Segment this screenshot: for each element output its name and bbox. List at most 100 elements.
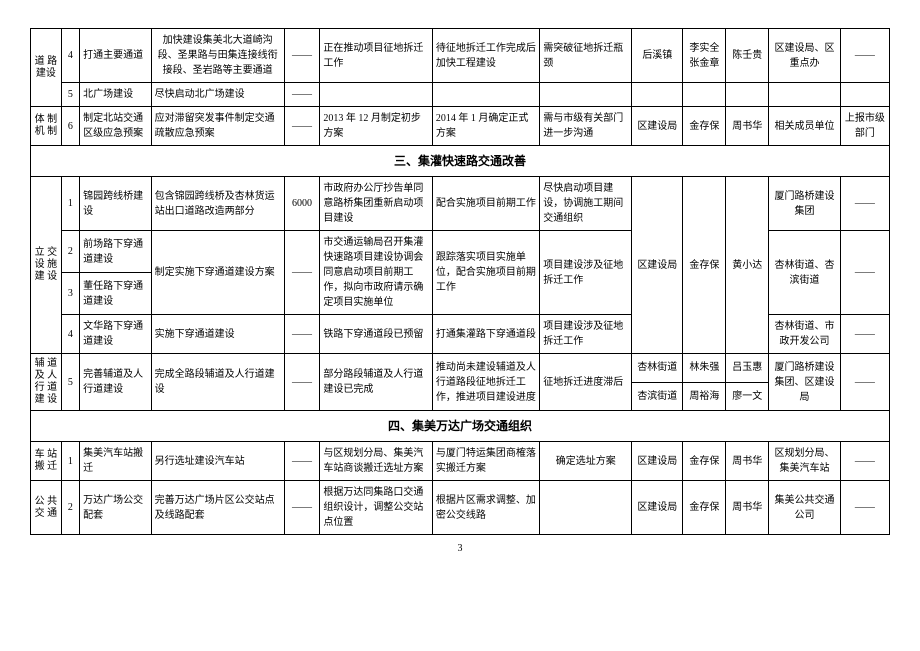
- cell: 周书华: [726, 481, 769, 535]
- cell: 6000: [284, 177, 320, 231]
- cell: 周书华: [726, 107, 769, 146]
- cell: 1: [61, 177, 79, 231]
- cell: 5: [61, 83, 79, 107]
- cell: 车 站搬 迁: [31, 442, 62, 481]
- cell: 前场路下穿通道建设: [80, 231, 152, 273]
- cell: 上报市级部门: [840, 107, 889, 146]
- cell: [726, 83, 769, 107]
- cell: ——: [840, 354, 889, 411]
- cell: 锦园跨线桥建设: [80, 177, 152, 231]
- cell: 3: [61, 273, 79, 315]
- cell: [320, 83, 432, 107]
- cell: 周书华: [726, 442, 769, 481]
- cell: 应对滞留突发事件制定交通疏散应急预案: [151, 107, 284, 146]
- cell: [540, 83, 632, 107]
- cell: 需与市级有关部门进一步沟通: [540, 107, 632, 146]
- cell: 区建设局: [632, 481, 683, 535]
- cell: ——: [840, 177, 889, 231]
- cell: ——: [284, 315, 320, 354]
- cell: 与区规划分局、集美汽车站商谈搬迁选址方案: [320, 442, 432, 481]
- section-title: 三、集灌快速路交通改善: [31, 146, 890, 177]
- cell: ——: [284, 442, 320, 481]
- cell: 跟踪落实项目实施单位，配合实施项目前期工作: [432, 231, 539, 315]
- plan-table: 道 路建设 4 打通主要通道 加快建设集美北大道崎沟段、圣果路与田集连接线衔接段…: [30, 28, 890, 535]
- cell: [432, 83, 539, 107]
- cell: ——: [840, 481, 889, 535]
- cell: 集美汽车站搬迁: [80, 442, 152, 481]
- cell: 厦门路桥建设集团: [769, 177, 841, 231]
- cell: 市交通运输局召开集灌快速路项目建设协调会同意启动项目前期工作，拟向市政府请示确定…: [320, 231, 432, 315]
- cell: 制定北站交通区级应急预案: [80, 107, 152, 146]
- cell: 确定选址方案: [540, 442, 632, 481]
- cell: 厦门路桥建设集团、区建设局: [769, 354, 841, 411]
- cell: 立 交设 施建 设: [31, 177, 62, 354]
- cell: 辅 道及 人行 道建 设: [31, 354, 62, 411]
- section-row: 四、集美万达广场交通组织: [31, 411, 890, 442]
- cell: ——: [840, 442, 889, 481]
- cell: 北广场建设: [80, 83, 152, 107]
- cell: 区建设局: [632, 107, 683, 146]
- cell: 市政府办公厅抄告单同意路桥集团重新启动项目建设: [320, 177, 432, 231]
- cell: 陈壬贵: [726, 29, 769, 83]
- cell: ——: [284, 231, 320, 315]
- cell: 万达广场公交配套: [80, 481, 152, 535]
- page-number: 3: [0, 543, 920, 554]
- cell: [769, 83, 841, 107]
- cell: 完成全路段辅道及人行道建设: [151, 354, 284, 411]
- table-row: 辅 道及 人行 道建 设 5 完善辅道及人行道建设 完成全路段辅道及人行道建设 …: [31, 354, 890, 383]
- cell: ——: [840, 29, 889, 83]
- cell: 李实全张金章: [683, 29, 726, 83]
- cell: 项目建设涉及征地拆迁工作: [540, 231, 632, 315]
- cell: 集美公共交通公司: [769, 481, 841, 535]
- cell: 黄小达: [726, 177, 769, 354]
- cell: 5: [61, 354, 79, 411]
- cell: 区建设局、区重点办: [769, 29, 841, 83]
- cell: 2: [61, 231, 79, 273]
- cell: 2014 年 1 月确定正式方案: [432, 107, 539, 146]
- cell: 实施下穿通道建设: [151, 315, 284, 354]
- cell: 部分路段辅道及人行道建设已完成: [320, 354, 432, 411]
- table-row: 5 北广场建设 尽快启动北广场建设 ——: [31, 83, 890, 107]
- cell: 林朱强: [683, 354, 726, 383]
- cell: ——: [284, 29, 320, 83]
- cell: 区建设局: [632, 177, 683, 354]
- cell: [683, 83, 726, 107]
- cell: 征地拆迁进度滞后: [540, 354, 632, 411]
- cell: 1: [61, 442, 79, 481]
- cell: 杏林街道、市政开发公司: [769, 315, 841, 354]
- cell: 完善辅道及人行道建设: [80, 354, 152, 411]
- cell: 制定实施下穿通道建设方案: [151, 231, 284, 315]
- cell: 铁路下穿通道段已预留: [320, 315, 432, 354]
- cell: 推动尚未建设辅道及人行道路段征地拆迁工作，推进项目建设进度: [432, 354, 539, 411]
- cell: 6: [61, 107, 79, 146]
- cell: 需突破征地拆迁瓶颈: [540, 29, 632, 83]
- cell: 董任路下穿通道建设: [80, 273, 152, 315]
- cell: 根据片区需求调整、加密公交线路: [432, 481, 539, 535]
- cell: 金存保: [683, 107, 726, 146]
- cell: 金存保: [683, 442, 726, 481]
- cell: 4: [61, 29, 79, 83]
- cell: 包含锦园跨线桥及杏林货运站出口道路改造两部分: [151, 177, 284, 231]
- cell: 尽快启动项目建设，协调施工期间交通组织: [540, 177, 632, 231]
- cell: 后溪镇: [632, 29, 683, 83]
- cell: 2013 年 12 月制定初步方案: [320, 107, 432, 146]
- cell: [540, 481, 632, 535]
- cell: 尽快启动北广场建设: [151, 83, 284, 107]
- cell: 周裕海: [683, 382, 726, 411]
- table-row: 公 共交 通 2 万达广场公交配套 完善万达广场片区公交站点及线路配套 —— 根…: [31, 481, 890, 535]
- table-row: 道 路建设 4 打通主要通道 加快建设集美北大道崎沟段、圣果路与田集连接线衔接段…: [31, 29, 890, 83]
- cell: 杏林街道: [632, 354, 683, 383]
- cell: 相关成员单位: [769, 107, 841, 146]
- cell: ——: [284, 83, 320, 107]
- cell: 4: [61, 315, 79, 354]
- cell: 公 共交 通: [31, 481, 62, 535]
- cell: 文华路下穿通道建设: [80, 315, 152, 354]
- cell: 加快建设集美北大道崎沟段、圣果路与田集连接线衔接段、圣岩路等主要通道: [151, 29, 284, 83]
- cell: ——: [284, 481, 320, 535]
- cell: ——: [284, 107, 320, 146]
- cell: 区规划分局、集美汽车站: [769, 442, 841, 481]
- cell: 项目建设涉及征地拆迁工作: [540, 315, 632, 354]
- cell: 待征地拆迁工作完成后加快工程建设: [432, 29, 539, 83]
- cell: 金存保: [683, 481, 726, 535]
- table-row: 立 交设 施建 设 1 锦园跨线桥建设 包含锦园跨线桥及杏林货运站出口道路改造两…: [31, 177, 890, 231]
